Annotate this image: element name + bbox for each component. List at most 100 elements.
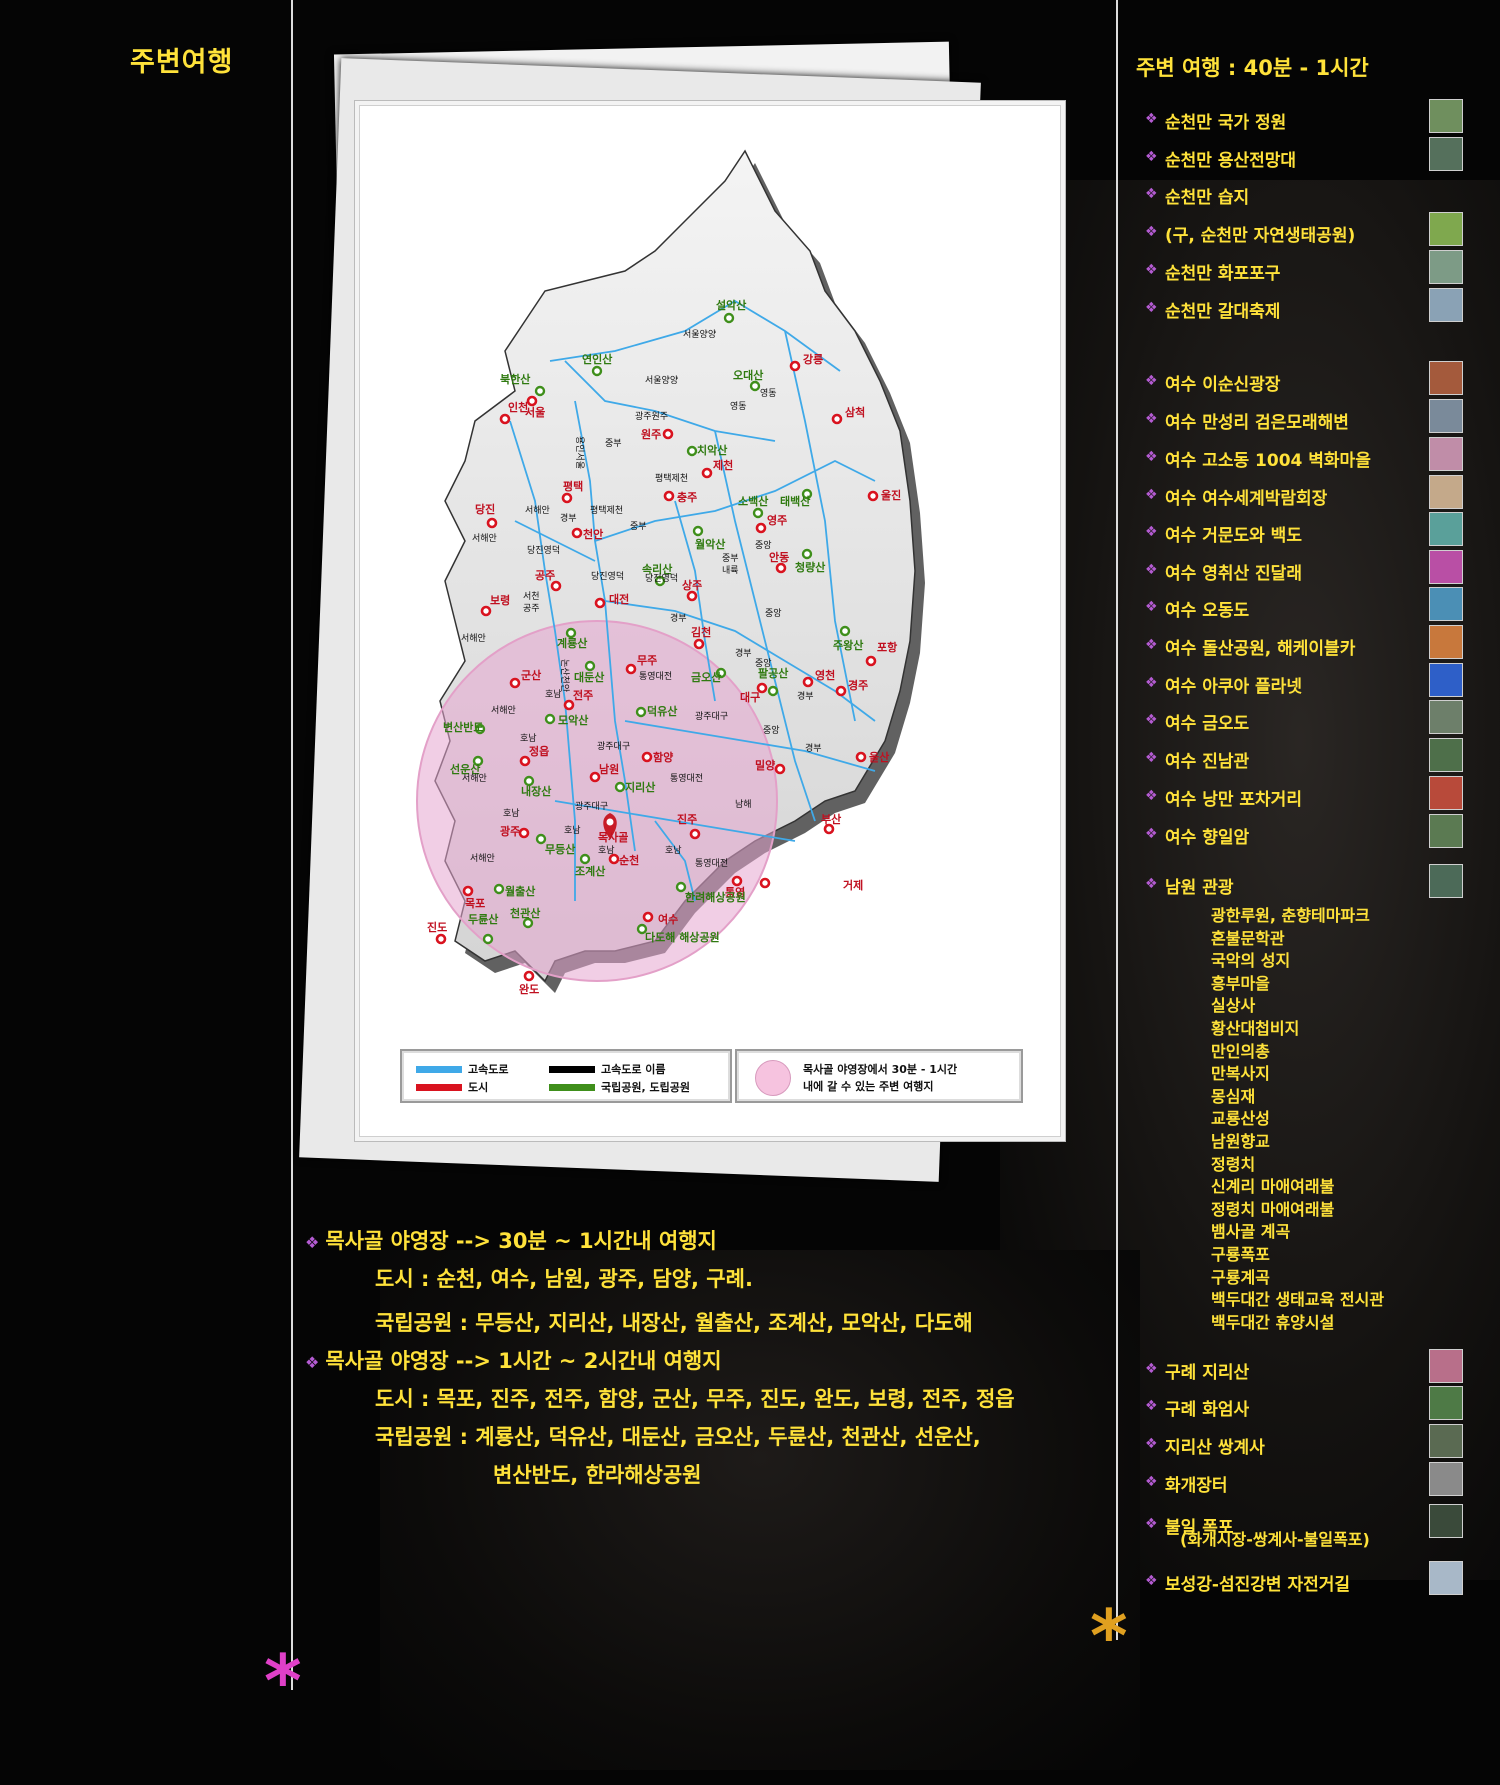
namwon-sub-item[interactable]: 구룡폭포 (1211, 1241, 1270, 1265)
attraction-thumbnail[interactable] (1429, 1462, 1463, 1496)
attraction-label[interactable]: 여수 고소동 1004 벽화마을 (1165, 446, 1371, 471)
attraction-thumbnail[interactable] (1429, 399, 1463, 433)
attraction-item[interactable]: ❖ 여수 거문도와 백도 (1145, 512, 1465, 552)
attraction-label[interactable]: 여수 이순신광장 (1165, 370, 1280, 395)
attraction-thumbnail[interactable] (1429, 361, 1463, 395)
attraction-thumbnail[interactable] (1429, 1504, 1463, 1538)
namwon-sub-item[interactable]: 신계리 마애여래불 (1211, 1173, 1334, 1197)
attraction-thumbnail[interactable] (1429, 1386, 1463, 1420)
attraction-thumbnail[interactable] (1429, 250, 1463, 284)
attraction-item[interactable]: ❖ 여수 아쿠아 플라넷 (1145, 663, 1465, 703)
attraction-thumbnail[interactable] (1429, 587, 1463, 621)
map-label-park: 모악산 (558, 713, 588, 727)
attraction-label[interactable]: (구, 순천만 자연생태공원) (1165, 221, 1355, 246)
attraction-label[interactable]: 순천만 국가 정원 (1165, 108, 1286, 133)
attraction-thumbnail[interactable] (1429, 512, 1463, 546)
namwon-sub-item[interactable]: 흥부마을 (1211, 970, 1270, 994)
namwon-sub-item[interactable]: 국악의 성지 (1211, 947, 1290, 971)
attraction-item[interactable]: ❖ 구례 지리산 (1145, 1349, 1465, 1389)
attraction-label[interactable]: 여수 거문도와 백도 (1165, 521, 1302, 546)
attraction-thumbnail[interactable] (1429, 1424, 1463, 1458)
attraction-label[interactable]: 순천만 갈대축제 (1165, 297, 1280, 322)
attraction-item[interactable]: ❖ 여수 낭만 포차거리 (1145, 776, 1465, 816)
attraction-thumbnail[interactable] (1429, 700, 1463, 734)
namwon-sub-item[interactable]: 정령치 (1211, 1151, 1255, 1175)
map-label-city: 정읍 (529, 744, 549, 758)
attraction-label[interactable]: 여수 영취산 진달래 (1165, 559, 1302, 584)
attraction-label[interactable]: 여수 금오도 (1165, 709, 1249, 734)
attraction-item[interactable]: ❖ 구례 화엄사 (1145, 1386, 1465, 1426)
namwon-sub-item[interactable]: 백두대간 휴양시설 (1211, 1309, 1334, 1333)
attraction-thumbnail[interactable] (1429, 475, 1463, 509)
attraction-label[interactable]: 화개장터 (1165, 1471, 1228, 1496)
attraction-thumbnail[interactable] (1429, 437, 1463, 471)
attraction-item[interactable]: ❖ 순천만 습지 (1145, 180, 1465, 214)
namwon-sub-item[interactable]: 남원향교 (1211, 1128, 1270, 1152)
attraction-item[interactable]: ❖ 남원 관광 (1145, 864, 1465, 904)
attraction-thumbnail[interactable] (1429, 776, 1463, 810)
attraction-item[interactable]: ❖ 순천만 용산전망대 (1145, 137, 1465, 177)
attraction-label[interactable]: 여수 돌산공원, 해케이블카 (1165, 634, 1355, 659)
attraction-label[interactable]: 여수 만성리 검은모래해변 (1165, 408, 1349, 433)
attraction-label[interactable]: 순천만 습지 (1165, 183, 1249, 208)
attraction-item[interactable]: ❖ 여수 오동도 (1145, 587, 1465, 627)
map-label-park: 금오산 (691, 670, 721, 684)
attraction-thumbnail[interactable] (1429, 288, 1463, 322)
attraction-label[interactable]: 구례 화엄사 (1165, 1395, 1249, 1420)
namwon-sub-item[interactable]: 만복사지 (1211, 1060, 1270, 1084)
namwon-sub-item[interactable]: 실상사 (1211, 992, 1255, 1016)
attraction-label[interactable]: 여수 아쿠아 플라넷 (1165, 672, 1302, 697)
map-label-road: 통영대전 (670, 773, 703, 784)
attraction-thumbnail[interactable] (1429, 137, 1463, 171)
map-label-city: 제천 (713, 458, 733, 472)
attraction-thumbnail[interactable] (1429, 864, 1463, 898)
attraction-thumbnail[interactable] (1429, 738, 1463, 772)
attraction-thumbnail[interactable] (1429, 663, 1463, 697)
attraction-item[interactable]: ❖ 여수 향일암 (1145, 814, 1465, 854)
namwon-sub-item[interactable]: 구룡계곡 (1211, 1264, 1270, 1288)
attraction-item[interactable]: ❖ 화개장터 (1145, 1462, 1465, 1502)
attraction-item[interactable]: ❖ 여수 영취산 진달래 (1145, 550, 1465, 590)
attraction-label[interactable]: 여수 낭만 포차거리 (1165, 785, 1302, 810)
attraction-item[interactable]: ❖ 여수 진남관 (1145, 738, 1465, 778)
attraction-thumbnail[interactable] (1429, 550, 1463, 584)
attraction-item[interactable]: ❖ 여수 돌산공원, 해케이블카 (1145, 625, 1465, 665)
namwon-sub-item[interactable]: 광한루원, 춘향테마파크 (1211, 902, 1370, 926)
attraction-label[interactable]: 남원 관광 (1165, 873, 1233, 898)
attraction-item[interactable]: ❖ 순천만 국가 정원 (1145, 99, 1465, 139)
namwon-sub-item[interactable]: 정령치 마애여래불 (1211, 1196, 1334, 1220)
attraction-item[interactable]: ❖ 여수 만성리 검은모래해변 (1145, 399, 1465, 439)
namwon-sub-item[interactable]: 만인의총 (1211, 1038, 1270, 1062)
attraction-thumbnail[interactable] (1429, 1349, 1463, 1383)
attraction-item[interactable]: ❖ 여수 금오도 (1145, 700, 1465, 740)
attraction-thumbnail[interactable] (1429, 814, 1463, 848)
attraction-thumbnail[interactable] (1429, 212, 1463, 246)
attraction-label[interactable]: 보성강-섬진강변 자전거길 (1165, 1570, 1350, 1595)
attraction-thumbnail[interactable] (1429, 625, 1463, 659)
attraction-item[interactable]: ❖ 순천만 갈대축제 (1145, 288, 1465, 328)
attraction-item[interactable]: ❖ 보성강-섬진강변 자전거길 (1145, 1561, 1465, 1601)
namwon-sub-item[interactable]: 몽심재 (1211, 1083, 1255, 1107)
attraction-label[interactable]: 여수 진남관 (1165, 747, 1249, 772)
map-label-road: 영동 (730, 401, 747, 412)
attraction-label[interactable]: 여수 향일암 (1165, 823, 1249, 848)
attraction-item[interactable]: ❖ 지리산 쌍계사 (1145, 1424, 1465, 1464)
attraction-item[interactable]: ❖ 순천만 화포포구 (1145, 250, 1465, 290)
attraction-item[interactable]: ❖ 여수 이순신광장 (1145, 361, 1465, 401)
attraction-label[interactable]: 여수 여수세계박람회장 (1165, 484, 1327, 509)
namwon-sub-item[interactable]: 혼불문학관 (1211, 925, 1285, 949)
attraction-label[interactable]: 순천만 화포포구 (1165, 259, 1280, 284)
attraction-item[interactable]: ❖ 여수 여수세계박람회장 (1145, 475, 1465, 515)
attraction-label[interactable]: 여수 오동도 (1165, 596, 1249, 621)
namwon-sub-item[interactable]: 백두대간 생태교육 전시관 (1211, 1286, 1384, 1310)
namwon-sub-item[interactable]: 황산대첩비지 (1211, 1015, 1299, 1039)
attraction-item[interactable]: ❖ (구, 순천만 자연생태공원) (1145, 212, 1465, 252)
attraction-label[interactable]: 순천만 용산전망대 (1165, 146, 1296, 171)
namwon-sub-item[interactable]: 뱀사골 계곡 (1211, 1218, 1290, 1242)
attraction-item[interactable]: ❖ 여수 고소동 1004 벽화마을 (1145, 437, 1465, 477)
attraction-thumbnail[interactable] (1429, 1561, 1463, 1595)
attraction-label[interactable]: 구례 지리산 (1165, 1358, 1249, 1383)
namwon-sub-item[interactable]: 교룡산성 (1211, 1105, 1270, 1129)
attraction-thumbnail[interactable] (1429, 99, 1463, 133)
attraction-label[interactable]: 지리산 쌍계사 (1165, 1433, 1265, 1458)
